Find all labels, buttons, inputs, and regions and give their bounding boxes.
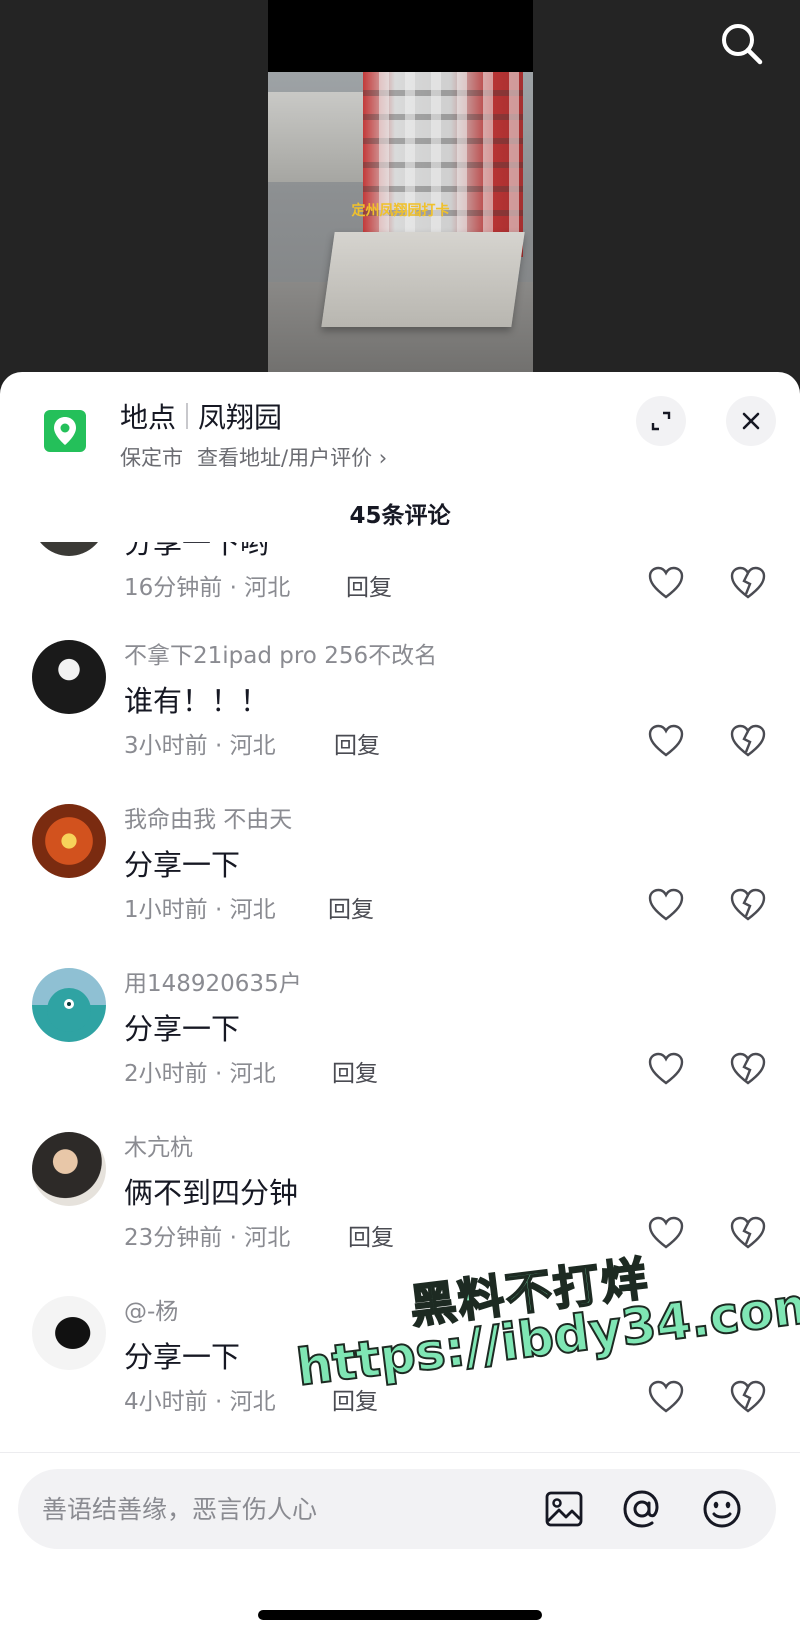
location-title: 地点 凤翔园	[120, 396, 282, 436]
comment-item: @-杨 分享一下 4小时前 · 河北 回复	[0, 1296, 800, 1422]
heart-outline-icon[interactable]	[648, 1380, 684, 1414]
comment-text: 分享一下哟	[124, 542, 270, 560]
comment-time: 4小时前 · 河北	[124, 1389, 276, 1415]
location-divider	[186, 403, 189, 429]
comment-text: 谁有！！！	[124, 684, 270, 718]
reply-button[interactable]: 回复	[332, 1054, 378, 1088]
video-building-left	[268, 92, 363, 182]
comment-username[interactable]: @-杨	[124, 1292, 178, 1326]
location-name: 凤翔园	[198, 401, 283, 434]
comment-input-area	[0, 1452, 800, 1635]
comment-text: 分享一下	[124, 848, 241, 882]
comment-text: 分享一下	[124, 1340, 241, 1374]
broken-heart-icon[interactable]	[730, 1052, 766, 1086]
search-button[interactable]	[716, 18, 768, 70]
expand-button[interactable]	[636, 396, 686, 446]
image-icon[interactable]	[542, 1487, 586, 1531]
heart-outline-icon[interactable]	[648, 888, 684, 922]
comment-username[interactable]: 用148920635户	[124, 964, 302, 998]
search-icon	[722, 24, 763, 65]
at-icon[interactable]	[620, 1487, 664, 1531]
reply-button[interactable]: 回复	[348, 1218, 394, 1252]
video-thumbnail: 定州凤翔园打卡	[268, 72, 533, 380]
broken-heart-icon[interactable]	[730, 1216, 766, 1250]
comment-input[interactable]	[42, 1489, 512, 1529]
reply-button[interactable]: 回复	[332, 1382, 378, 1416]
comment-item: 木亢杭 俩不到四分钟 23分钟前 · 河北 回复	[0, 1132, 800, 1296]
reply-button[interactable]: 回复	[346, 568, 392, 602]
location-city: 保定市	[120, 446, 183, 470]
heart-outline-icon[interactable]	[648, 566, 684, 600]
broken-heart-icon[interactable]	[730, 566, 766, 600]
heart-outline-icon[interactable]	[648, 1216, 684, 1250]
comment-count: 45条评论	[349, 503, 451, 529]
broken-heart-icon[interactable]	[730, 724, 766, 758]
video-player[interactable]: 定州凤翔园打卡	[268, 0, 533, 380]
comment-list[interactable]: 分享一下哟 16分钟前 · 河北 回复 不拿下21ipad pro 256不改名…	[0, 542, 800, 1422]
avatar[interactable]	[32, 1296, 106, 1370]
comment-text: 俩不到四分钟	[124, 1176, 299, 1210]
location-header[interactable]: 地点 凤翔园 保定市 查看地址/用户评价 ›	[0, 372, 800, 482]
comment-time: 3小时前 · 河北	[124, 733, 276, 759]
comment-item: 我命由我 不由天 分享一下 1小时前 · 河北 回复	[0, 804, 800, 968]
comment-username[interactable]: 木亢杭	[124, 1128, 193, 1162]
home-indicator[interactable]	[258, 1610, 542, 1620]
comment-sheet: 地点 凤翔园 保定市查看地址/用户评价 › 45条评论 分享一下哟 16分钟前	[0, 372, 800, 1635]
reply-button[interactable]: 回复	[334, 726, 380, 760]
emoji-icon[interactable]	[700, 1487, 744, 1531]
avatar[interactable]	[32, 968, 106, 1042]
comment-time: 16分钟前 · 河北	[124, 575, 291, 601]
comment-time: 2小时前 · 河北	[124, 1061, 276, 1087]
location-subtitle[interactable]: 保定市 查看地址/用户评价 ›	[120, 442, 387, 472]
broken-heart-icon[interactable]	[730, 888, 766, 922]
location-label: 地点	[120, 401, 177, 434]
comment-item: 不拿下21ipad pro 256不改名 谁有！！！ 3小时前 · 河北 回复	[0, 640, 800, 804]
comment-item: 用148920635户 分享一下 2小时前 · 河北 回复	[0, 968, 800, 1132]
avatar-illustration	[47, 988, 91, 1032]
location-detail-link[interactable]: 查看地址/用户评价 ›	[197, 446, 387, 470]
avatar[interactable]	[32, 542, 106, 556]
broken-heart-icon[interactable]	[730, 1380, 766, 1414]
heart-outline-icon[interactable]	[648, 724, 684, 758]
comment-username[interactable]: 我命由我 不由天	[124, 800, 292, 834]
video-building-main	[363, 72, 523, 257]
comment-input-bar[interactable]	[18, 1469, 776, 1549]
video-area[interactable]: 定州凤翔园打卡	[0, 0, 800, 380]
avatar[interactable]	[32, 804, 106, 878]
avatar[interactable]	[32, 640, 106, 714]
location-pin-icon	[44, 410, 86, 452]
comment-item: 分享一下哟 16分钟前 · 河北 回复	[0, 542, 800, 646]
avatar[interactable]	[32, 1132, 106, 1206]
close-button[interactable]	[726, 396, 776, 446]
heart-outline-icon[interactable]	[648, 1052, 684, 1086]
video-rooftop-wall	[321, 232, 525, 327]
comment-time: 23分钟前 · 河北	[124, 1225, 291, 1251]
close-icon	[742, 412, 760, 430]
comment-time: 1小时前 · 河北	[124, 897, 276, 923]
reply-button[interactable]: 回复	[328, 890, 374, 924]
video-caption: 定州凤翔园打卡	[351, 203, 450, 219]
expand-icon	[651, 411, 671, 431]
comment-username[interactable]: 不拿下21ipad pro 256不改名	[124, 636, 437, 670]
comment-text: 分享一下	[124, 1012, 241, 1046]
